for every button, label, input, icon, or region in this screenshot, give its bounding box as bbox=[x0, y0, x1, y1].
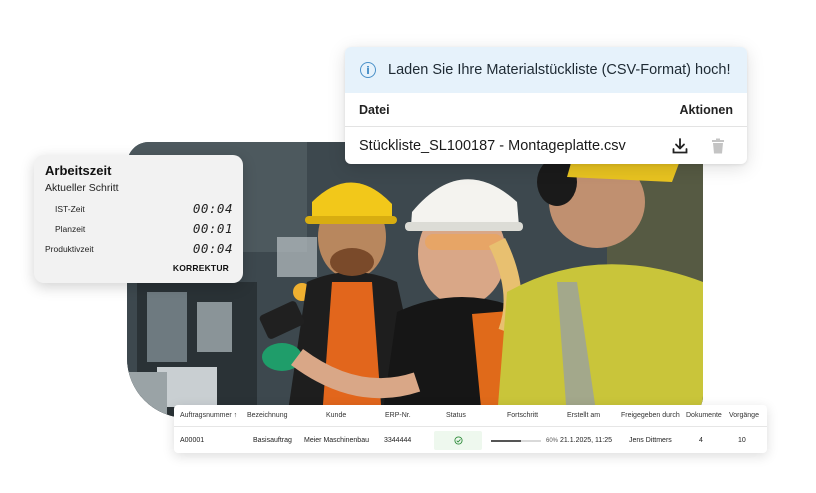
info-text: Laden Sie Ihre Materialstückliste (CSV-F… bbox=[388, 62, 731, 78]
cell-status bbox=[434, 431, 482, 450]
column-header-progress[interactable]: Fortschritt bbox=[507, 405, 538, 426]
cell-created: 21.1.2025, 11:25 bbox=[560, 437, 613, 444]
time-value: 00:04 bbox=[192, 241, 233, 256]
progress-bar bbox=[491, 439, 541, 442]
cell-customer: Meier Maschinenbau bbox=[304, 437, 369, 444]
correction-button[interactable]: KORREKTUR bbox=[173, 263, 229, 273]
column-header-customer[interactable]: Kunde bbox=[326, 405, 346, 426]
time-label: IST-Zeit bbox=[55, 203, 85, 214]
trash-icon[interactable] bbox=[711, 138, 725, 154]
file-actions bbox=[671, 137, 725, 155]
column-header-actions: Aktionen bbox=[679, 102, 733, 117]
column-header-file: Datei bbox=[359, 102, 390, 117]
table-header-row: Auftragsnummer ↑ Bezeichnung Kunde ERP-N… bbox=[174, 405, 767, 427]
table-row[interactable]: A00001 Basisauftrag Meier Maschinenbau 3… bbox=[174, 428, 767, 453]
cell-erp: 3344444 bbox=[384, 437, 412, 444]
time-card-subtitle: Aktueller Schritt bbox=[45, 182, 119, 194]
time-value: 00:01 bbox=[192, 221, 233, 236]
work-time-card: Arbeitszeit Aktueller Schritt IST-Zeit 0… bbox=[34, 155, 243, 283]
file-name: Stückliste_SL100187 - Montageplatte.csv bbox=[359, 137, 626, 154]
column-header-documents[interactable]: Dokumente bbox=[686, 405, 722, 426]
cell-description: Basisauftrag bbox=[253, 437, 292, 444]
time-row-productive: Produktivzeit 00:04 bbox=[45, 241, 233, 256]
time-row-planned: Planzeit 00:01 bbox=[45, 221, 233, 236]
time-card-title: Arbeitszeit bbox=[45, 163, 112, 178]
time-row-actual: IST-Zeit 00:04 bbox=[45, 201, 233, 216]
cell-order-number: A00001 bbox=[180, 437, 205, 444]
cell-progress: 60% bbox=[491, 428, 558, 453]
file-table-header: Datei Aktionen bbox=[345, 93, 747, 127]
column-header-description[interactable]: Bezeichnung bbox=[247, 405, 287, 426]
column-header-created[interactable]: Erstellt am bbox=[567, 405, 600, 426]
info-banner: i Laden Sie Ihre Materialstückliste (CSV… bbox=[345, 47, 747, 93]
info-icon: i bbox=[360, 62, 376, 78]
check-circle-icon bbox=[453, 436, 463, 445]
csv-upload-card: i Laden Sie Ihre Materialstückliste (CSV… bbox=[345, 47, 747, 164]
time-label: Planzeit bbox=[55, 223, 86, 234]
time-label: Produktivzeit bbox=[45, 243, 94, 254]
cell-documents: 4 bbox=[699, 437, 703, 444]
progress-text: 60% bbox=[546, 437, 559, 444]
cell-released-by: Jens Dittmers bbox=[629, 437, 672, 444]
orders-table: Auftragsnummer ↑ Bezeichnung Kunde ERP-N… bbox=[174, 405, 767, 453]
cell-operations: 10 bbox=[738, 437, 746, 444]
time-value: 00:04 bbox=[192, 201, 233, 216]
column-header-status[interactable]: Status bbox=[446, 405, 466, 426]
file-row: Stückliste_SL100187 - Montageplatte.csv bbox=[345, 127, 747, 164]
column-header-operations[interactable]: Vorgänge bbox=[729, 405, 759, 426]
progress-bar-fill bbox=[491, 439, 521, 442]
column-header-erp[interactable]: ERP-Nr. bbox=[385, 405, 411, 426]
download-icon[interactable] bbox=[671, 137, 689, 155]
column-header-released-by[interactable]: Freigegeben durch bbox=[621, 405, 680, 426]
column-header-order-number[interactable]: Auftragsnummer ↑ bbox=[180, 405, 237, 426]
